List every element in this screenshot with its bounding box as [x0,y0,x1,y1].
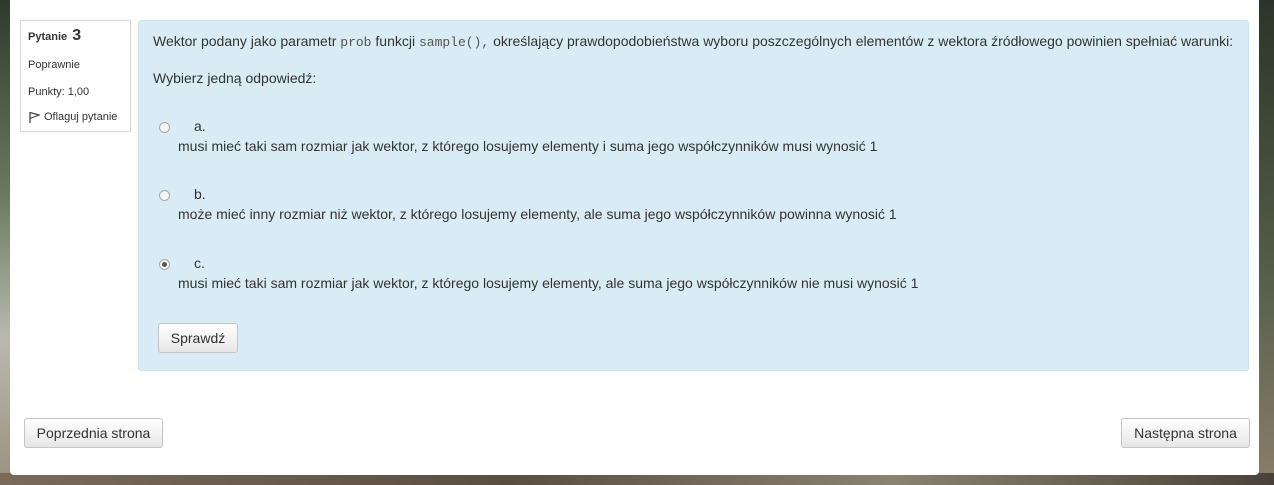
radio-a[interactable] [159,122,170,133]
flag-question-link[interactable]: Oflaguj pytanie [28,111,130,123]
previous-page-button[interactable]: Poprzednia strona [24,418,163,448]
quiz-page: Pytanie 3 Poprawnie Punkty: 1,00 Oflaguj… [10,0,1259,475]
question-content: Wektor podany jako parametr prob funkcji… [138,20,1249,371]
question-info-panel: Pytanie 3 Poprawnie Punkty: 1,00 Oflaguj… [20,20,131,132]
answer-prompt: Wybierz jedną odpowiedź: [153,70,317,86]
code-prob: prob [340,35,372,50]
flag-label: Oflaguj pytanie [44,111,118,123]
question-number: Pytanie 3 [28,27,130,45]
question-text-before: Wektor podany jako parametr [153,33,341,49]
question-text: Wektor podany jako parametr prob funkcji… [153,31,1234,53]
question-label: Pytanie [28,31,68,43]
answer-letter-a: a. [194,118,206,134]
answer-text-c[interactable]: musi mieć taki sam rozmiar jak wektor, z… [178,275,918,291]
answer-letter-b: b. [194,186,206,202]
question-state: Poprawnie [28,59,80,71]
flag-icon [28,111,40,123]
question-number-value: 3 [72,27,82,44]
background-right [1258,0,1274,485]
answer-text-a[interactable]: musi mieć taki sam rozmiar jak wektor, z… [178,138,877,154]
question-grade: Punkty: 1,00 [28,86,90,98]
question-text-middle: funkcji [371,33,419,49]
check-button[interactable]: Sprawdź [158,323,238,353]
next-page-button[interactable]: Następna strona [1121,418,1250,448]
answer-text-b[interactable]: może mieć inny rozmiar niż wektor, z któ… [178,206,897,222]
radio-b[interactable] [159,190,170,201]
radio-c[interactable] [159,259,170,270]
answer-letter-c: c. [194,255,205,271]
code-sample: sample(), [418,35,490,50]
question-text-after: określający prawdopodobieństwa wyboru po… [489,33,1234,49]
